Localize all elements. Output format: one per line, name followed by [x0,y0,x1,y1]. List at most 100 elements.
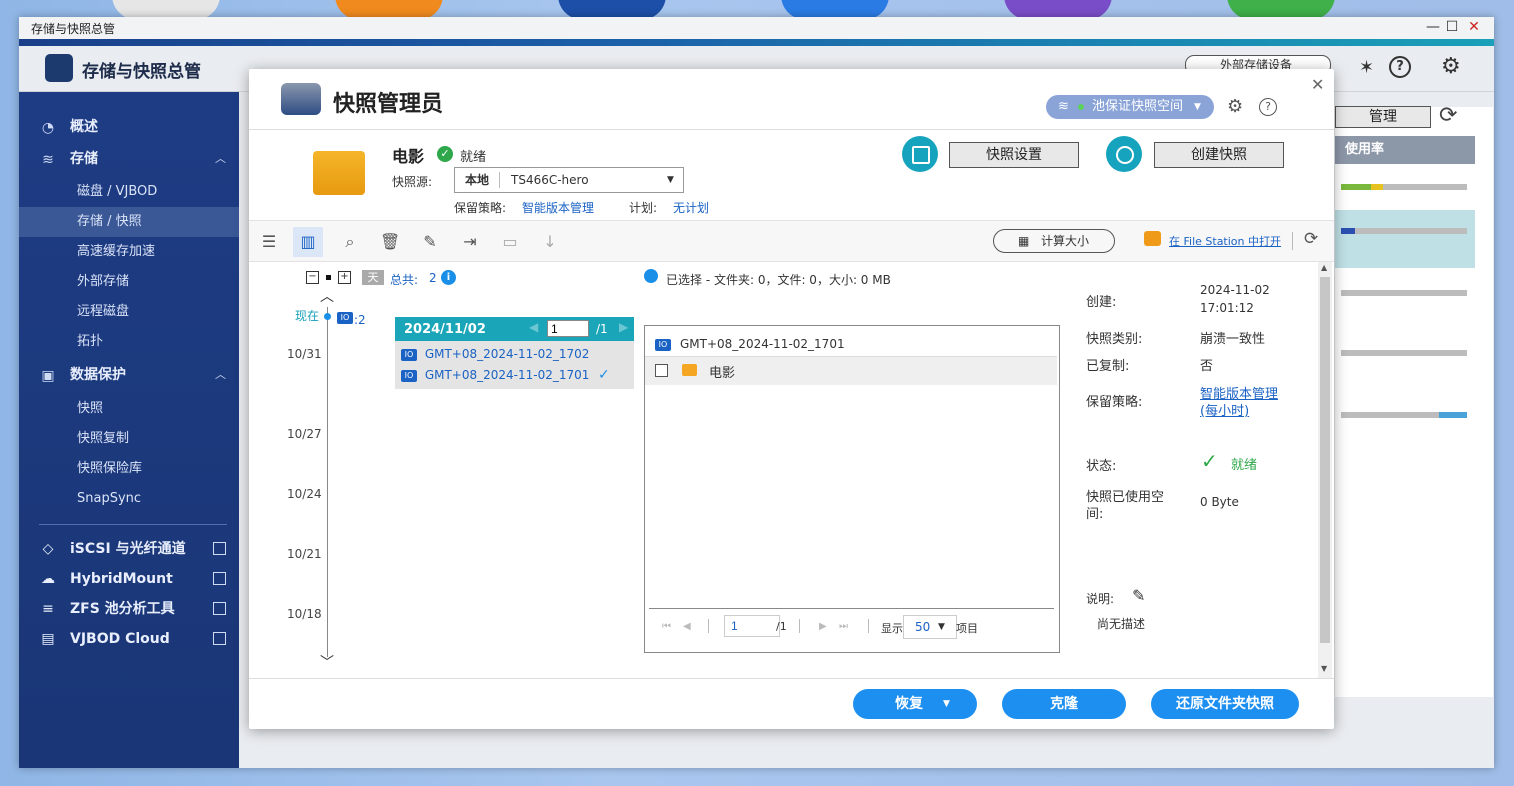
sidebar-item-zfs-analyzer[interactable]: ≡ ZFS 池分析工具 [19,594,239,624]
sidebar-item-data-protection[interactable]: ▣ 数据保护 ︿ [19,360,239,390]
day-page-input[interactable] [547,320,589,337]
list-item[interactable]: IO GMT+08_2024-11-02_1701 ✓ [395,365,634,385]
timeline-date: 10/18 [287,607,322,621]
used-space-label: 间: [1086,507,1104,522]
refresh-icon[interactable]: ⟳ [1439,103,1457,128]
sidebar-item-snapshot-vault[interactable]: 快照保险库 [19,454,239,484]
sidebar-item-snapshot-replica[interactable]: 快照复制 [19,424,239,454]
close-icon[interactable]: ✕ [1465,19,1483,35]
schedule-label: 计划: [629,201,658,215]
minimize-icon[interactable]: — [1424,19,1442,35]
snapshot-settings-button[interactable]: 快照设置 [949,142,1079,168]
volume-status: 就绪 [460,150,487,165]
download-icon[interactable]: ↓ [540,232,560,252]
prev-page-icon[interactable]: ◀ [683,621,691,632]
folder-open-icon[interactable]: ▭ [500,232,520,252]
sidebar-item-remote-disk[interactable]: 远程磁盘 [19,297,239,327]
sidebar-item-external-storage[interactable]: 外部存储 [19,267,239,297]
stack-icon: ≡ [42,601,54,617]
next-page-icon[interactable]: ▶ [819,621,827,632]
next-page-icon[interactable]: ▶ [619,320,628,334]
settings-icon[interactable]: ⚙ [1227,96,1243,117]
sidebar-item-overview[interactable]: ◔ 概述 [19,112,239,142]
export-icon[interactable]: ⇥ [460,232,480,252]
timeline-date: 10/27 [287,427,322,441]
edit-description-icon[interactable]: ✎ [1132,586,1145,605]
scrollbar-thumb[interactable] [1320,277,1330,643]
source-select[interactable]: 本地 TS466C-hero ▼ [454,167,684,193]
server-icon: ▤ [41,631,55,647]
row-checkbox[interactable] [655,364,668,377]
scroll-up-icon[interactable]: ▲ [1321,263,1327,272]
sidebar-item-vjbod-cloud[interactable]: ▤ VJBOD Cloud [19,624,239,654]
open-external-icon [213,602,226,615]
usage-bar [1341,290,1467,296]
per-page-select[interactable]: 50 ▼ [903,615,957,639]
selected-row[interactable] [1335,210,1475,268]
list-item[interactable]: IO GMT+08_2024-11-02_1702 [395,344,634,364]
edit-icon[interactable]: ✎ [420,232,440,252]
chevron-up-icon[interactable]: ︿ [215,144,226,174]
chevron-up-icon[interactable]: ︿ [215,360,226,390]
calc-size-button[interactable]: ▦ 计算大小 [993,229,1115,253]
list-view-icon[interactable]: ☰ [259,232,279,252]
day-badge: 天 [362,270,384,285]
dialog-footer-divider [249,678,1334,679]
table-row[interactable] [645,356,1057,385]
info-icon[interactable]: i [441,270,456,285]
pool-dropdown[interactable]: ≋ 池保证快照空间 ▼ [1046,95,1214,119]
maximize-icon[interactable]: ☐ [1443,19,1461,35]
browser-page-input[interactable] [724,615,780,637]
now-label: 现在 [295,309,320,323]
calendar-icon[interactable] [902,136,938,172]
sidebar-item-snapshot[interactable]: 快照 [19,394,239,424]
sidebar-item-hybridmount[interactable]: ☁ HybridMount [19,564,239,594]
first-page-icon[interactable]: ⏮ [662,621,671,632]
last-page-icon[interactable]: ⏭ [839,621,848,632]
help-icon[interactable]: ? [1389,56,1411,78]
restore-folder-button[interactable]: 还原文件夹快照 [1151,689,1299,719]
retention-interval-link[interactable]: (每小时) [1200,400,1249,419]
sidebar-item-storage[interactable]: ≋ 存储 ︿ [19,144,239,174]
sidebar-item-topology[interactable]: 拓扑 [19,327,239,357]
snapshot-manager-icon [281,83,321,115]
usage-bar [1341,412,1467,418]
magic-wand-icon[interactable]: ✶ [1359,57,1374,78]
refresh-icon[interactable]: ⟳ [1304,229,1318,249]
sidebar-item-iscsi[interactable]: ◇ iSCSI 与光纤通道 [19,534,239,564]
state-label: 状态: [1086,459,1117,474]
timeline-view-icon[interactable]: ▥ [293,227,323,257]
clone-button[interactable]: 克隆 [1002,689,1126,719]
prev-page-icon[interactable]: ◀ [529,320,538,334]
timeline-up-icon[interactable]: ︿ [320,286,334,306]
usage-column-header: 使用率 [1335,136,1475,164]
close-icon[interactable]: ✕ [1311,75,1324,94]
collapse-icon[interactable]: − [306,271,319,284]
browser-snapshot-name: GMT+08_2024-11-02_1701 [680,337,845,351]
timeline-down-icon[interactable]: ﹀ [320,652,334,672]
create-snapshot-icon[interactable] [1106,136,1142,172]
schedule-link[interactable]: 无计划 [673,199,709,216]
create-snapshot-button[interactable]: 创建快照 [1154,142,1284,168]
retention-label: 保留策略: [1086,395,1143,410]
help-icon[interactable]: ? [1259,98,1277,116]
sidebar-item-cache[interactable]: 高速缓存加速 [19,237,239,267]
caret-down-icon: ▼ [1194,102,1201,112]
sidebar-item-snapsync[interactable]: SnapSync [19,484,239,514]
status-dot-icon [1078,104,1084,110]
dialog-header-divider [249,129,1334,130]
scroll-down-icon[interactable]: ▼ [1321,664,1327,673]
gear-icon[interactable]: ⚙ [1441,54,1461,79]
search-icon[interactable]: ⌕ [340,232,360,252]
open-file-station-link[interactable]: 在 File Station 中打开 [1169,233,1281,249]
sidebar-item-disks[interactable]: 磁盘 / VJBOD [19,177,239,207]
expand-icon[interactable]: + [338,271,351,284]
manage-button[interactable]: 管理 [1335,106,1431,128]
retention-link[interactable]: 智能版本管理 [522,199,594,216]
usage-bar [1341,228,1467,234]
delete-icon[interactable]: 🗑 [380,232,400,252]
caret-down-icon: ▼ [667,175,674,185]
database-icon: ≋ [42,152,54,168]
sidebar-item-storage-snapshots[interactable]: 存储 / 快照 [19,207,239,237]
restore-button[interactable]: 恢复 ▼ [853,689,977,719]
